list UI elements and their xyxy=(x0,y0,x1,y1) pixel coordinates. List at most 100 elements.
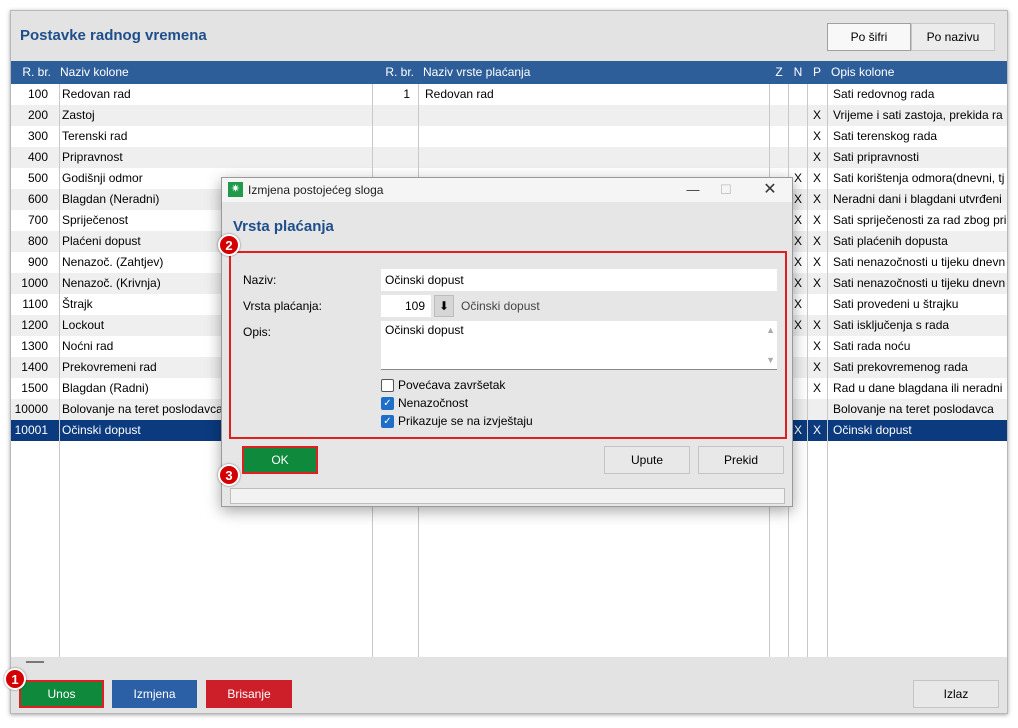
naziv-field[interactable]: Očinski dopust xyxy=(381,269,777,291)
vrsta-code-field[interactable]: 109 xyxy=(381,295,431,317)
upute-button-label: Upute xyxy=(630,453,664,467)
col-header-opis[interactable]: Opis kolone xyxy=(831,61,1007,84)
unos-button[interactable]: Unos xyxy=(19,680,104,708)
col-header-naziv[interactable]: Naziv kolone xyxy=(60,61,370,84)
cell-p xyxy=(808,84,826,105)
cell-rbr: 1200 xyxy=(21,318,48,332)
table-row[interactable]: 100 Redovan rad 1 Redovan rad Sati redovnog … xyxy=(11,84,1007,105)
ok-button[interactable]: OK xyxy=(242,446,318,474)
vrsta-label: Vrsta plaćanja: xyxy=(243,299,322,313)
prekid-button[interactable]: Prekid xyxy=(698,446,784,474)
cell-opis: Sati prekovremenog rada xyxy=(833,360,968,374)
cell-p: X xyxy=(812,381,821,395)
cell-rbr: 500 xyxy=(27,171,48,185)
cell-opis: Sati plaćenih dopusta xyxy=(833,234,948,248)
column-separator xyxy=(827,84,828,657)
upute-button[interactable]: Upute xyxy=(604,446,690,474)
cell-opis: Sati provedeni u štrajku xyxy=(833,297,959,311)
cell-z xyxy=(770,147,788,168)
cell-p: X xyxy=(812,129,821,143)
cell-naziv: Zastoj xyxy=(62,108,95,122)
cell-naziv: Pripravnost xyxy=(62,150,123,164)
cell-p: X xyxy=(812,150,821,164)
col-header-p[interactable]: P xyxy=(808,61,826,84)
scroll-up-icon[interactable]: ▲ xyxy=(766,325,775,335)
nenazocnost-checkbox[interactable]: ✓ xyxy=(381,397,394,410)
cell-rbr: 200 xyxy=(27,108,48,122)
cell-opis: Bolovanje na teret poslodavca xyxy=(833,402,994,416)
povecava-checkbox[interactable] xyxy=(381,379,394,392)
cell-naziv: Terenski rad xyxy=(62,129,128,143)
cell-rbr2 xyxy=(373,147,414,168)
col-header-vrsta[interactable]: Naziv vrste plaćanja xyxy=(423,61,763,84)
cell-p: X xyxy=(812,234,821,248)
cell-opis: Neradni dani i blagdani utvrđeni xyxy=(833,192,1002,206)
cell-vrsta: Redovan rad xyxy=(425,87,494,101)
col-header-rbr2[interactable]: R. br. xyxy=(375,61,414,84)
cell-rbr: 1500 xyxy=(21,381,48,395)
cell-z xyxy=(770,126,788,147)
brisanje-button-label: Brisanje xyxy=(227,687,271,701)
progress-bar xyxy=(230,488,785,504)
izmjena-button[interactable]: Izmjena xyxy=(112,680,197,708)
cell-rbr: 800 xyxy=(27,234,48,248)
minimize-icon[interactable]: — xyxy=(678,180,708,200)
cell-p: X xyxy=(812,276,821,290)
cell-z xyxy=(770,105,788,126)
dialog-heading: Vrsta plaćanja xyxy=(233,218,334,235)
cell-p: X xyxy=(812,318,821,332)
cell-opis: Očinski dopust xyxy=(833,423,912,437)
cell-rbr: 1400 xyxy=(21,360,48,374)
cell-p: X xyxy=(812,339,821,353)
sort-by-name-button[interactable]: Po nazivu xyxy=(911,23,995,51)
record-form: Naziv: Očinski dopust Vrsta plaćanja: 10… xyxy=(229,251,787,439)
naziv-label: Naziv: xyxy=(243,273,277,287)
cell-n xyxy=(789,84,807,105)
close-icon[interactable]: ✕ xyxy=(755,180,785,200)
cell-naziv: Redovan rad xyxy=(62,87,131,101)
cell-vrsta xyxy=(423,126,763,147)
app-icon: ✷ xyxy=(228,182,243,197)
izlaz-button[interactable]: Izlaz xyxy=(913,680,999,708)
cell-p: X xyxy=(812,192,821,206)
table-row[interactable]: 300 Terenski rad X Sati terenskog rada xyxy=(11,126,1007,147)
cell-p: X xyxy=(812,360,821,374)
cell-opis: Sati pripravnosti xyxy=(833,150,920,164)
col-header-rbr[interactable]: R. br. xyxy=(11,61,51,84)
col-header-n[interactable]: N xyxy=(789,61,807,84)
splitter-handle[interactable] xyxy=(26,661,44,663)
cell-rbr: 10001 xyxy=(14,423,48,437)
cell-opis: Sati korištenja odmora(dnevni, tj xyxy=(833,171,1005,185)
cell-opis: Sati terenskog rada xyxy=(833,129,938,143)
cell-opis: Vrijeme i sati zastoja, prekida ra xyxy=(833,108,1003,122)
cell-opis: Sati nenazočnosti u tijeku dnevn xyxy=(833,255,1006,269)
brisanje-button[interactable]: Brisanje xyxy=(206,680,292,708)
scroll-down-icon[interactable]: ▼ xyxy=(766,355,775,365)
cell-p: X xyxy=(812,213,821,227)
table-row[interactable]: 400 Pripravnost X Sati pripravnosti xyxy=(11,147,1007,168)
cell-opis: Sati isključenja s rada xyxy=(833,318,950,332)
sort-buttons: Po šifri Po nazivu xyxy=(827,23,995,51)
col-header-z[interactable]: Z xyxy=(770,61,788,84)
maximize-icon[interactable]: ☐ xyxy=(711,180,741,200)
edit-record-dialog: ✷ Izmjena postojećeg sloga — ☐ ✕ Vrsta p… xyxy=(221,177,793,507)
sort-by-code-button[interactable]: Po šifri xyxy=(827,23,911,51)
opis-label: Opis: xyxy=(243,325,272,339)
cell-n xyxy=(789,147,807,168)
opis-textarea[interactable]: Očinski dopust ▲ ▼ xyxy=(381,321,777,369)
cell-vrsta xyxy=(423,147,763,168)
cell-p: X xyxy=(812,108,821,122)
cell-opis: Sati nenazočnosti u tijeku dnevn xyxy=(833,276,1006,290)
prikazuje-checkbox[interactable]: ✓ xyxy=(381,415,394,428)
table-row[interactable]: 200 Zastoj X Vrijeme i sati zastoja, prekid… xyxy=(11,105,1007,126)
step-marker-3: 3 xyxy=(218,464,240,486)
cell-rbr2 xyxy=(373,105,414,126)
dialog-titlebar[interactable]: ✷ Izmjena postojećeg sloga — ☐ ✕ xyxy=(222,178,792,202)
dialog-title: Izmjena postojećeg sloga xyxy=(248,183,384,197)
cell-rbr: 100 xyxy=(27,87,48,101)
step-marker-2: 2 xyxy=(218,234,240,256)
lookup-icon[interactable]: ⬇ xyxy=(434,295,454,317)
cell-rbr: 300 xyxy=(27,129,48,143)
povecava-label: Povećava završetak xyxy=(398,378,506,392)
column-separator xyxy=(59,84,60,657)
